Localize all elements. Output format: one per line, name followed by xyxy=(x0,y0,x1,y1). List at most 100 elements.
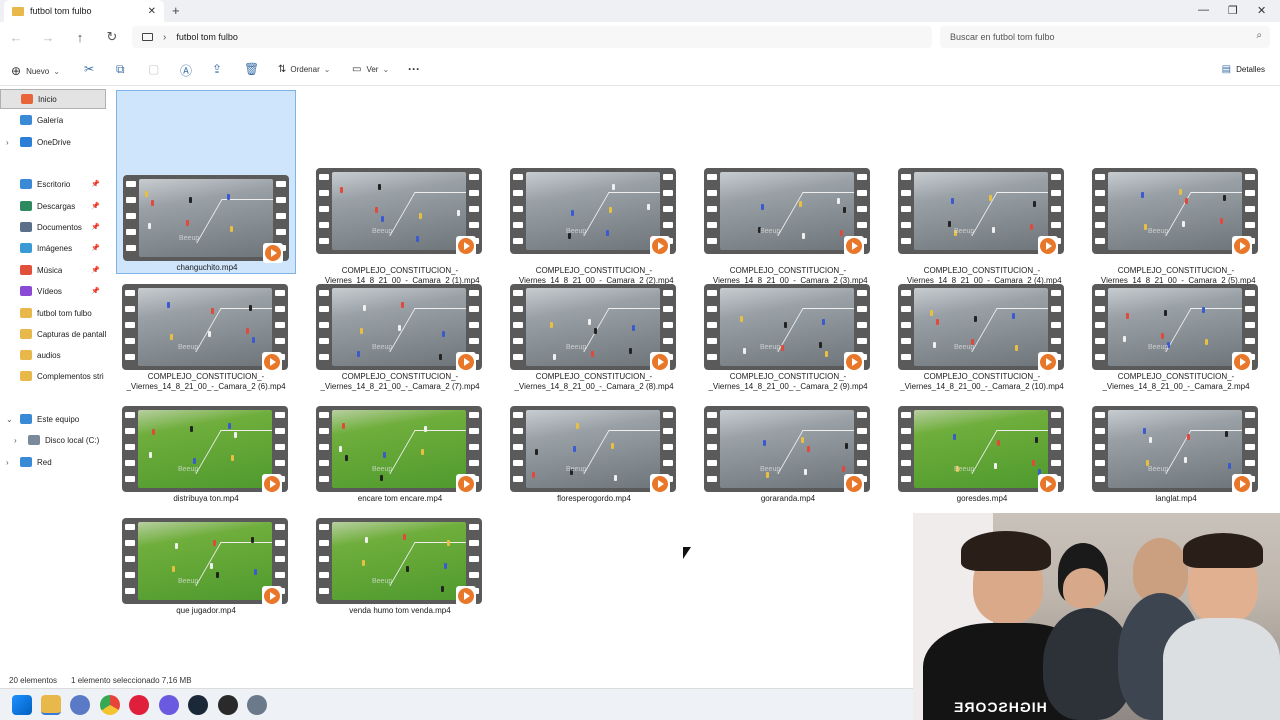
sidebar-item-capturas-de-pantall[interactable]: Capturas de pantall xyxy=(0,324,106,344)
copy-icon[interactable]: ⧉ xyxy=(116,62,125,77)
address-bar[interactable]: › futbol tom fulbo xyxy=(132,26,932,48)
file-item[interactable]: Beeup COMPLEJO_CONSTITUCION_-_Viernes_14_… xyxy=(892,284,1072,400)
film-hole xyxy=(125,572,135,578)
file-item[interactable]: Beeup COMPLEJO_CONSTITUCION_-_Viernes_14_… xyxy=(698,90,878,285)
file-item[interactable]: Beeup COMPLEJO_CONSTITUCION_-_Viernes_14_… xyxy=(116,284,296,400)
file-item[interactable]: Beeup floresperogordo.mp4 xyxy=(504,406,684,522)
close-window-icon[interactable]: ✕ xyxy=(1257,4,1266,17)
sidebar-item-galer-a[interactable]: Galería xyxy=(0,110,106,130)
tab-futbol-tom-fulbo[interactable]: futbol tom fulbo ✕ xyxy=(4,0,164,22)
video-thumbnail: Beeup xyxy=(510,284,676,372)
forward-arrow-icon[interactable]: → xyxy=(32,30,64,45)
sidebar-item-im-genes[interactable]: Imágenes 📌 xyxy=(0,238,106,258)
player-figure xyxy=(974,316,977,322)
player-figure xyxy=(167,302,170,308)
more-options-icon[interactable]: ··· xyxy=(408,62,420,76)
film-hole xyxy=(275,412,285,418)
refresh-icon[interactable]: ↻ xyxy=(96,29,128,45)
media-player-icon[interactable] xyxy=(129,695,149,715)
player-figure xyxy=(339,446,342,452)
sidebar-item-futbol-tom-fulbo[interactable]: futbol tom fulbo xyxy=(0,303,106,323)
discord-icon[interactable] xyxy=(159,695,179,715)
file-item[interactable]: Beeup COMPLEJO_CONSTITUCION_-_Viernes_14_… xyxy=(310,284,490,400)
sidebar-item-este-equipo[interactable]: ⌄ Este equipo xyxy=(0,409,106,429)
chevron-icon[interactable]: › xyxy=(14,436,24,445)
minimize-icon[interactable]: — xyxy=(1198,4,1209,16)
sidebar-item-onedrive[interactable]: › OneDrive xyxy=(0,132,106,152)
maximize-icon[interactable]: ❐ xyxy=(1228,4,1238,17)
file-item[interactable]: Beeup changuchito.mp4 xyxy=(116,90,296,274)
chevron-icon[interactable]: › xyxy=(6,138,16,147)
plus-circle-icon: ⊕ xyxy=(11,64,22,78)
file-item[interactable]: Beeup encare tom encare.mp4 xyxy=(310,406,490,522)
file-item[interactable]: Beeup COMPLEJO_CONSTITUCION_-_Viernes_14_… xyxy=(1086,90,1266,285)
sidebar-item-red[interactable]: › Red xyxy=(0,452,106,472)
film-hole xyxy=(275,322,285,328)
file-item[interactable]: Beeup venda humo tom venda.mp4 xyxy=(310,518,490,634)
file-item[interactable]: Beeup COMPLEJO_CONSTITUCION_-_Viernes_14_… xyxy=(504,90,684,285)
file-name: goraranda.mp4 xyxy=(760,494,816,503)
player-figure xyxy=(190,426,193,432)
close-tab-icon[interactable]: ✕ xyxy=(148,6,156,17)
film-hole xyxy=(857,306,867,312)
film-hole xyxy=(663,222,673,228)
mouse-cursor xyxy=(683,547,691,559)
film-hole xyxy=(275,306,285,312)
sidebar-item-documentos[interactable]: Documentos 📌 xyxy=(0,217,106,237)
film-hole xyxy=(1095,322,1105,328)
chevron-icon[interactable]: › xyxy=(6,458,16,467)
video-thumbnail: Beeup xyxy=(1092,168,1258,256)
sidebar-item-v-deos[interactable]: Vídeos 📌 xyxy=(0,281,106,301)
film-hole xyxy=(707,222,717,228)
settings-icon[interactable] xyxy=(247,695,267,715)
file-item[interactable]: Beeup langlat.mp4 xyxy=(1086,406,1266,522)
sidebar-item-escritorio[interactable]: Escritorio 📌 xyxy=(0,174,106,194)
video-frame: Beeup xyxy=(526,288,660,366)
file-item[interactable]: Beeup COMPLEJO_CONSTITUCION_-_Viernes_14_… xyxy=(1086,284,1266,400)
sidebar-item-audios[interactable]: audios xyxy=(0,345,106,365)
steam-icon[interactable] xyxy=(188,695,208,715)
film-hole xyxy=(901,412,911,418)
film-hole xyxy=(901,206,911,212)
paste-icon[interactable]: ▢ xyxy=(148,62,159,76)
back-arrow-icon[interactable]: ← xyxy=(0,30,32,45)
file-item[interactable]: Beeup COMPLEJO_CONSTITUCION_-_Viernes_14_… xyxy=(504,284,684,400)
sidebar-item-complementos-stri[interactable]: Complementos stri xyxy=(0,366,106,386)
cut-icon[interactable]: ✂ xyxy=(84,62,94,76)
details-button[interactable]: ▤ Detalles xyxy=(1222,64,1265,75)
app-taskbar-icon[interactable] xyxy=(70,695,90,715)
search-input[interactable]: Buscar en futbol tom fulbo ⌕ xyxy=(940,26,1270,48)
file-item[interactable]: Beeup goresdes.mp4 xyxy=(892,406,1072,522)
file-item[interactable]: Beeup distribuya ton.mp4 xyxy=(116,406,296,522)
film-hole xyxy=(707,428,717,434)
breadcrumb-folder[interactable]: futbol tom fulbo xyxy=(176,32,238,42)
new-button[interactable]: ⊕ Nuevo ⌄ xyxy=(11,64,60,78)
delete-icon[interactable]: 🗑 xyxy=(244,62,259,76)
player-figure xyxy=(230,226,233,232)
sidebar-item-label: Vídeos xyxy=(37,286,62,296)
up-arrow-icon[interactable]: ↑ xyxy=(64,30,96,45)
player-figure xyxy=(825,351,828,357)
file-item[interactable]: Beeup COMPLEJO_CONSTITUCION_-_Viernes_14_… xyxy=(310,90,490,285)
player-figure xyxy=(550,322,553,328)
file-explorer-taskbar-icon[interactable] xyxy=(41,695,61,715)
chevron-icon[interactable]: ⌄ xyxy=(6,415,16,424)
chevron-right-icon: › xyxy=(163,31,167,43)
file-item[interactable]: Beeup COMPLEJO_CONSTITUCION_-_Viernes_14_… xyxy=(698,284,878,400)
sidebar-item-m-sica[interactable]: Música 📌 xyxy=(0,260,106,280)
windows-start-icon[interactable] xyxy=(12,695,32,715)
app-taskbar-icon-2[interactable] xyxy=(218,695,238,715)
rename-icon[interactable]: Ⓐ xyxy=(180,62,192,79)
file-item[interactable]: Beeup goraranda.mp4 xyxy=(698,406,878,522)
sort-button[interactable]: ⇅ Ordenar ⌄ xyxy=(278,64,330,75)
sidebar-item-descargas[interactable]: Descargas 📌 xyxy=(0,196,106,216)
share-icon[interactable]: ⇪ xyxy=(212,62,222,76)
sidebar-item-disco-local-c[interactable]: › Disco local (C:) xyxy=(0,430,106,450)
chrome-icon[interactable] xyxy=(100,695,120,715)
player-figure xyxy=(441,586,444,592)
sidebar-item-inicio[interactable]: Inicio xyxy=(0,89,106,109)
file-item[interactable]: Beeup COMPLEJO_CONSTITUCION_-_Viernes_14_… xyxy=(892,90,1072,285)
new-tab-button[interactable]: + xyxy=(172,3,180,18)
file-item[interactable]: Beeup que jugador.mp4 xyxy=(116,518,296,634)
view-button[interactable]: ▭ Ver ⌄ xyxy=(352,64,389,75)
